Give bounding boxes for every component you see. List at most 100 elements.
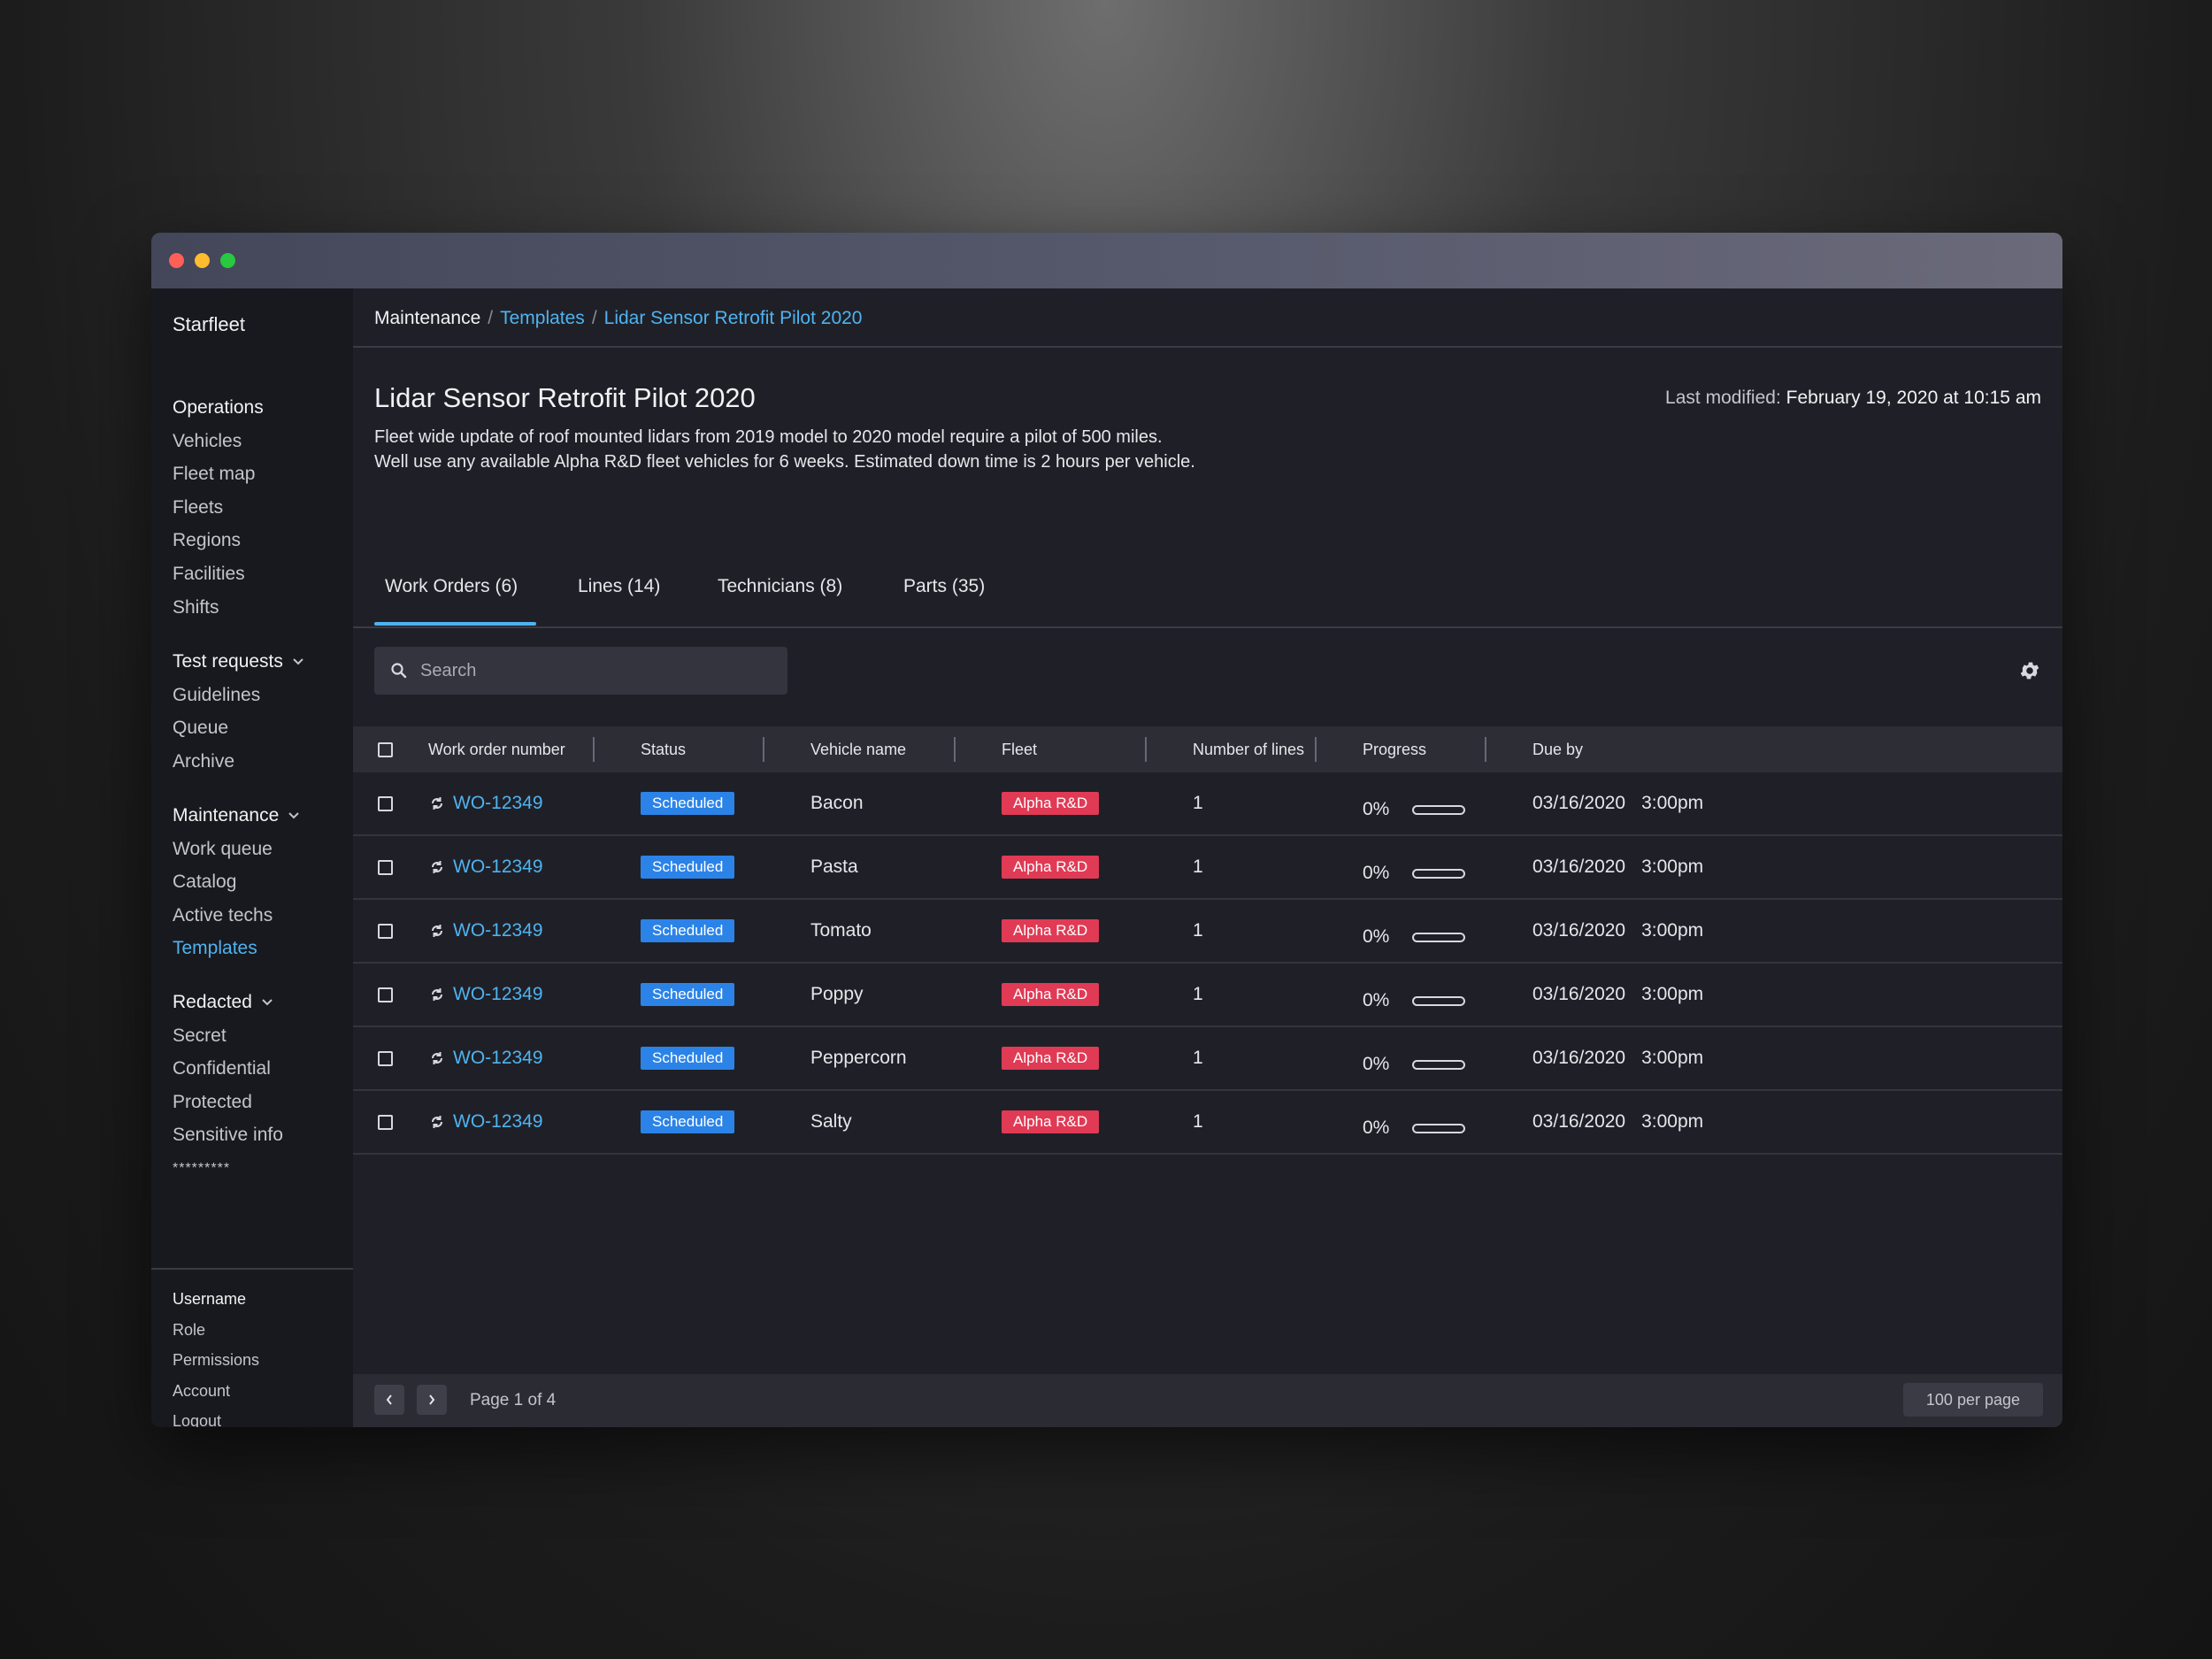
sidebar-item-guidelines[interactable]: Guidelines xyxy=(173,679,304,712)
sidebar-divider xyxy=(151,1268,353,1270)
sidebar-item-active-techs[interactable]: Active techs xyxy=(173,899,300,933)
sidebar-item-fleets[interactable]: Fleets xyxy=(173,491,264,525)
tab-technicians[interactable]: Technicians (8) xyxy=(718,567,842,627)
sidebar-item-templates[interactable]: Templates xyxy=(173,932,300,965)
fleet-badge: Alpha R&D xyxy=(1002,919,1100,942)
sidebar-item-fleet-map[interactable]: Fleet map xyxy=(173,457,264,491)
work-order-link[interactable]: WO-12349 xyxy=(428,1048,543,1069)
row-checkbox[interactable] xyxy=(378,1114,393,1130)
vehicle-name: Bacon xyxy=(810,793,864,813)
gear-icon[interactable] xyxy=(2018,659,2041,682)
header-number-of-lines[interactable]: Number of lines xyxy=(1193,726,1304,772)
tab-lines[interactable]: Lines (14) xyxy=(578,567,660,627)
user-item-account[interactable]: Account xyxy=(173,1376,259,1407)
due-by-cell: 03/16/2020 3:00pm xyxy=(1532,1027,1703,1089)
column-resize-handle[interactable] xyxy=(954,737,956,762)
chevron-left-icon xyxy=(386,1394,392,1405)
header-vehicle-name[interactable]: Vehicle name xyxy=(810,726,906,772)
table-row[interactable]: WO-12349 Scheduled Tomato Alpha R&D 1 0%… xyxy=(353,900,2062,964)
sidebar-item-shifts[interactable]: Shifts xyxy=(173,591,264,625)
nav-head-test-requests[interactable]: Test requests xyxy=(173,645,304,679)
sidebar-item-confidential[interactable]: Confidential xyxy=(173,1052,283,1086)
breadcrumb-separator: / xyxy=(591,308,597,328)
sidebar-item-regions[interactable]: Regions xyxy=(173,524,264,557)
table-row[interactable]: WO-12349 Scheduled Poppy Alpha R&D 1 0% … xyxy=(353,964,2062,1027)
work-order-link[interactable]: WO-12349 xyxy=(428,984,543,1005)
page-description: Fleet wide update of roof mounted lidars… xyxy=(374,425,1195,474)
progress-percent: 0% xyxy=(1363,1054,1390,1074)
username[interactable]: Username xyxy=(173,1284,259,1315)
description-line: Well use any available Alpha R&D fleet v… xyxy=(374,452,1195,472)
breadcrumb-templates[interactable]: Templates xyxy=(500,308,585,329)
sidebar-item-facilities[interactable]: Facilities xyxy=(173,557,264,591)
sidebar-item-vehicles[interactable]: Vehicles xyxy=(173,425,264,458)
row-checkbox[interactable] xyxy=(378,923,393,939)
sidebar-item-protected[interactable]: Protected xyxy=(173,1086,283,1119)
nav-head-maintenance[interactable]: Maintenance xyxy=(173,799,300,833)
header-due-by[interactable]: Due by xyxy=(1532,726,1583,772)
nav-head-redacted[interactable]: Redacted xyxy=(173,986,283,1019)
header-work-order-number[interactable]: Work order number xyxy=(428,726,565,772)
search-box[interactable] xyxy=(374,647,787,695)
row-checkbox[interactable] xyxy=(378,1050,393,1066)
work-order-link[interactable]: WO-12349 xyxy=(428,920,543,941)
tab-work-orders[interactable]: Work Orders (6) xyxy=(374,567,536,627)
prev-page-button[interactable] xyxy=(374,1385,404,1415)
table-row[interactable]: WO-12349 Scheduled Salty Alpha R&D 1 0% … xyxy=(353,1091,2062,1155)
work-order-link[interactable]: WO-12349 xyxy=(428,793,543,814)
column-resize-handle[interactable] xyxy=(593,737,595,762)
header-status[interactable]: Status xyxy=(641,726,686,772)
breadcrumb-current[interactable]: Lidar Sensor Retrofit Pilot 2020 xyxy=(604,308,863,329)
maximize-window-button[interactable] xyxy=(220,253,235,268)
breadcrumb-maintenance[interactable]: Maintenance xyxy=(374,308,480,329)
sidebar-item-sensitive-info[interactable]: Sensitive info xyxy=(173,1118,283,1152)
user-item-role[interactable]: Role xyxy=(173,1315,259,1346)
sidebar-item-masked[interactable]: ********* xyxy=(173,1152,283,1185)
sidebar-item-queue[interactable]: Queue xyxy=(173,711,304,745)
chevron-right-icon xyxy=(429,1394,435,1405)
search-input[interactable] xyxy=(420,660,757,681)
column-resize-handle[interactable] xyxy=(1145,737,1147,762)
work-order-cell: WO-12349 xyxy=(428,1027,543,1089)
user-item-logout[interactable]: Logout xyxy=(173,1406,259,1427)
row-checkbox[interactable] xyxy=(378,987,393,1002)
fleet-cell: Alpha R&D xyxy=(1002,964,1100,1025)
due-date: 03/16/2020 xyxy=(1532,920,1626,941)
work-order-number: WO-12349 xyxy=(453,1111,543,1132)
number-of-lines: 1 xyxy=(1193,1048,1203,1068)
row-select-cell xyxy=(378,836,393,898)
next-page-button[interactable] xyxy=(417,1385,447,1415)
select-all-checkbox[interactable] xyxy=(378,741,393,757)
work-order-link[interactable]: WO-12349 xyxy=(428,1111,543,1133)
progress-cell: 0% xyxy=(1363,836,1466,898)
main-content: Maintenance / Templates / Lidar Sensor R… xyxy=(353,288,2062,1427)
table-row[interactable]: WO-12349 Scheduled Bacon Alpha R&D 1 0% … xyxy=(353,772,2062,836)
brand-name[interactable]: Starfleet xyxy=(173,313,245,336)
per-page-select[interactable]: 100 per page xyxy=(1902,1383,2043,1417)
sidebar-item-secret[interactable]: Secret xyxy=(173,1019,283,1053)
user-item-permissions[interactable]: Permissions xyxy=(173,1345,259,1376)
sidebar-item-archive[interactable]: Archive xyxy=(173,745,304,779)
status-cell: Scheduled xyxy=(641,900,735,962)
row-select-cell xyxy=(378,1027,393,1089)
fleet-cell: Alpha R&D xyxy=(1002,1027,1100,1089)
row-checkbox[interactable] xyxy=(378,795,393,811)
tab-parts[interactable]: Parts (35) xyxy=(903,567,985,627)
column-resize-handle[interactable] xyxy=(763,737,764,762)
row-checkbox[interactable] xyxy=(378,859,393,875)
close-window-button[interactable] xyxy=(169,253,184,268)
header-fleet[interactable]: Fleet xyxy=(1002,726,1037,772)
nav-head-operations[interactable]: Operations xyxy=(173,391,264,425)
vehicle-name: Poppy xyxy=(810,984,864,1004)
sidebar-item-catalog[interactable]: Catalog xyxy=(173,865,300,899)
minimize-window-button[interactable] xyxy=(195,253,210,268)
header-progress[interactable]: Progress xyxy=(1363,726,1426,772)
column-resize-handle[interactable] xyxy=(1485,737,1486,762)
column-resize-handle[interactable] xyxy=(1315,737,1317,762)
status-cell: Scheduled xyxy=(641,1027,735,1089)
due-by-cell: 03/16/2020 3:00pm xyxy=(1532,836,1703,898)
table-row[interactable]: WO-12349 Scheduled Pasta Alpha R&D 1 0% … xyxy=(353,836,2062,900)
table-row[interactable]: WO-12349 Scheduled Peppercorn Alpha R&D … xyxy=(353,1027,2062,1091)
sidebar-item-work-queue[interactable]: Work queue xyxy=(173,833,300,866)
work-order-link[interactable]: WO-12349 xyxy=(428,856,543,878)
